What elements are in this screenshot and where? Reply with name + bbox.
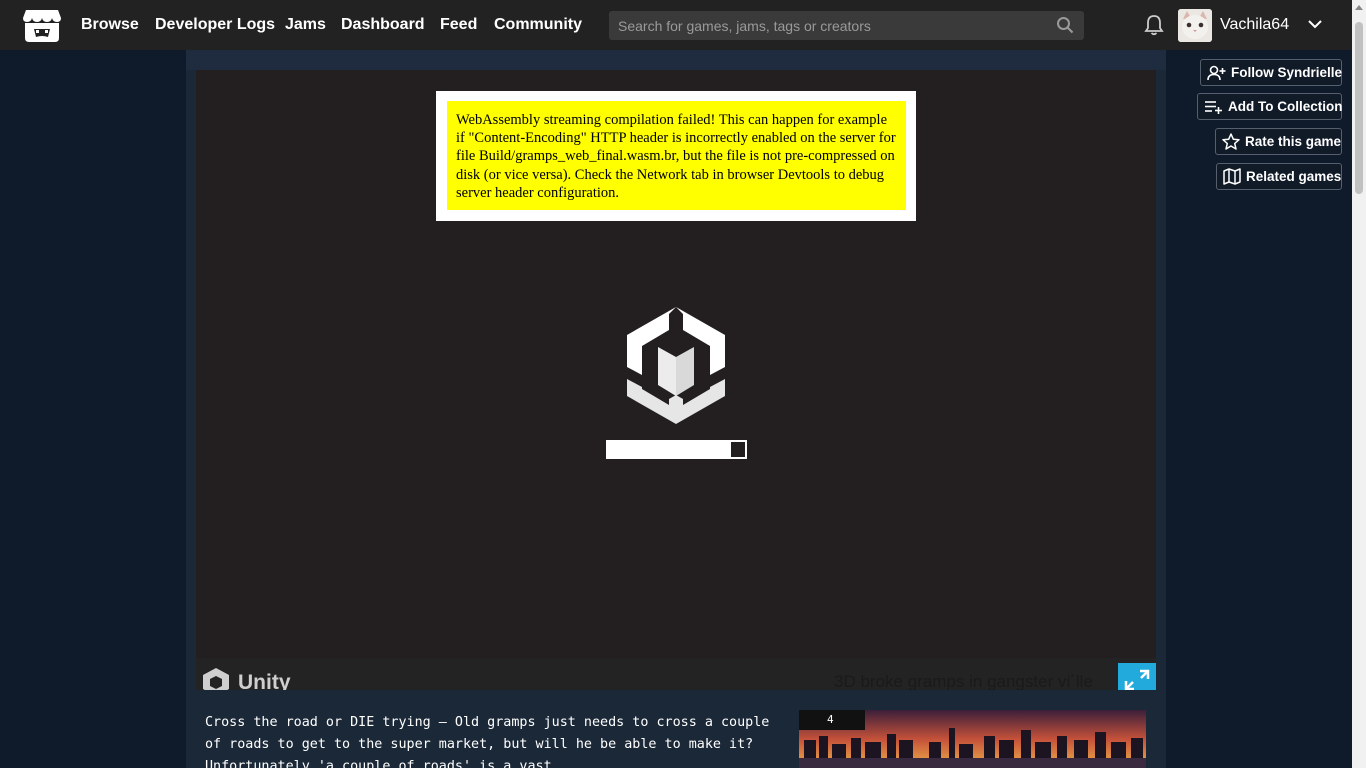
itchio-logo-icon[interactable] <box>22 8 62 44</box>
nav-community[interactable]: Community <box>494 16 582 34</box>
map-icon <box>1223 168 1241 185</box>
nav-feed[interactable]: Feed <box>440 16 477 34</box>
related-games-button[interactable]: Related games <box>1216 163 1342 190</box>
related-games-label: Related games <box>1246 169 1342 184</box>
game-title-label: 3D broke gramps in gangster vi´lle <box>834 672 1093 691</box>
notification-bell-icon[interactable] <box>1144 14 1164 36</box>
add-to-collection-button[interactable]: Add To Collection <box>1197 93 1343 120</box>
star-icon <box>1222 133 1240 150</box>
screenshot-badge: 4 <box>799 710 865 730</box>
game-description: Cross the road or DIE trying – Old gramp… <box>205 715 770 768</box>
follow-button-label: Follow Syndrielle <box>1231 65 1343 80</box>
search-input[interactable] <box>609 11 1049 40</box>
unity-brand-label: Unity <box>238 671 291 690</box>
scroll-up-arrow-icon[interactable] <box>1355 5 1363 10</box>
nav-dashboard[interactable]: Dashboard <box>341 16 425 34</box>
rate-game-button[interactable]: Rate this game <box>1215 128 1342 155</box>
avatar[interactable] <box>1178 9 1212 42</box>
error-box: WebAssembly streaming compilation failed… <box>447 101 906 210</box>
nav-browse[interactable]: Browse <box>81 16 139 34</box>
unity-logo-icon <box>627 307 725 424</box>
unity-footer-logo-icon <box>203 668 229 690</box>
username-label[interactable]: Vachila64 <box>1220 16 1289 34</box>
loading-progress-fill <box>608 442 732 457</box>
error-message: WebAssembly streaming compilation failed… <box>456 112 896 201</box>
game-screenshot[interactable]: 4 <box>799 710 1146 768</box>
follow-button[interactable]: Follow Syndrielle <box>1200 59 1342 86</box>
nav-developer-logs[interactable]: Developer Logs <box>155 16 275 34</box>
rate-game-label: Rate this game <box>1245 134 1342 149</box>
loading-progress-bar <box>606 440 747 459</box>
chevron-down-icon[interactable] <box>1306 16 1324 32</box>
cat-avatar-icon <box>1178 9 1212 42</box>
search-icon[interactable] <box>1056 16 1074 34</box>
game-page-header-strip <box>186 50 1166 70</box>
nav-jams[interactable]: Jams <box>285 16 326 34</box>
scroll-thumb[interactable] <box>1355 22 1363 194</box>
page-scrollbar[interactable] <box>1352 0 1366 768</box>
top-nav-bar: Browse Developer Logs Jams Dashboard Fee… <box>0 0 1366 50</box>
add-to-collection-label: Add To Collection <box>1228 99 1343 114</box>
fullscreen-icon <box>1124 669 1150 691</box>
playlist-add-icon <box>1205 100 1222 114</box>
user-plus-icon <box>1207 65 1226 80</box>
search-box <box>609 11 1084 40</box>
